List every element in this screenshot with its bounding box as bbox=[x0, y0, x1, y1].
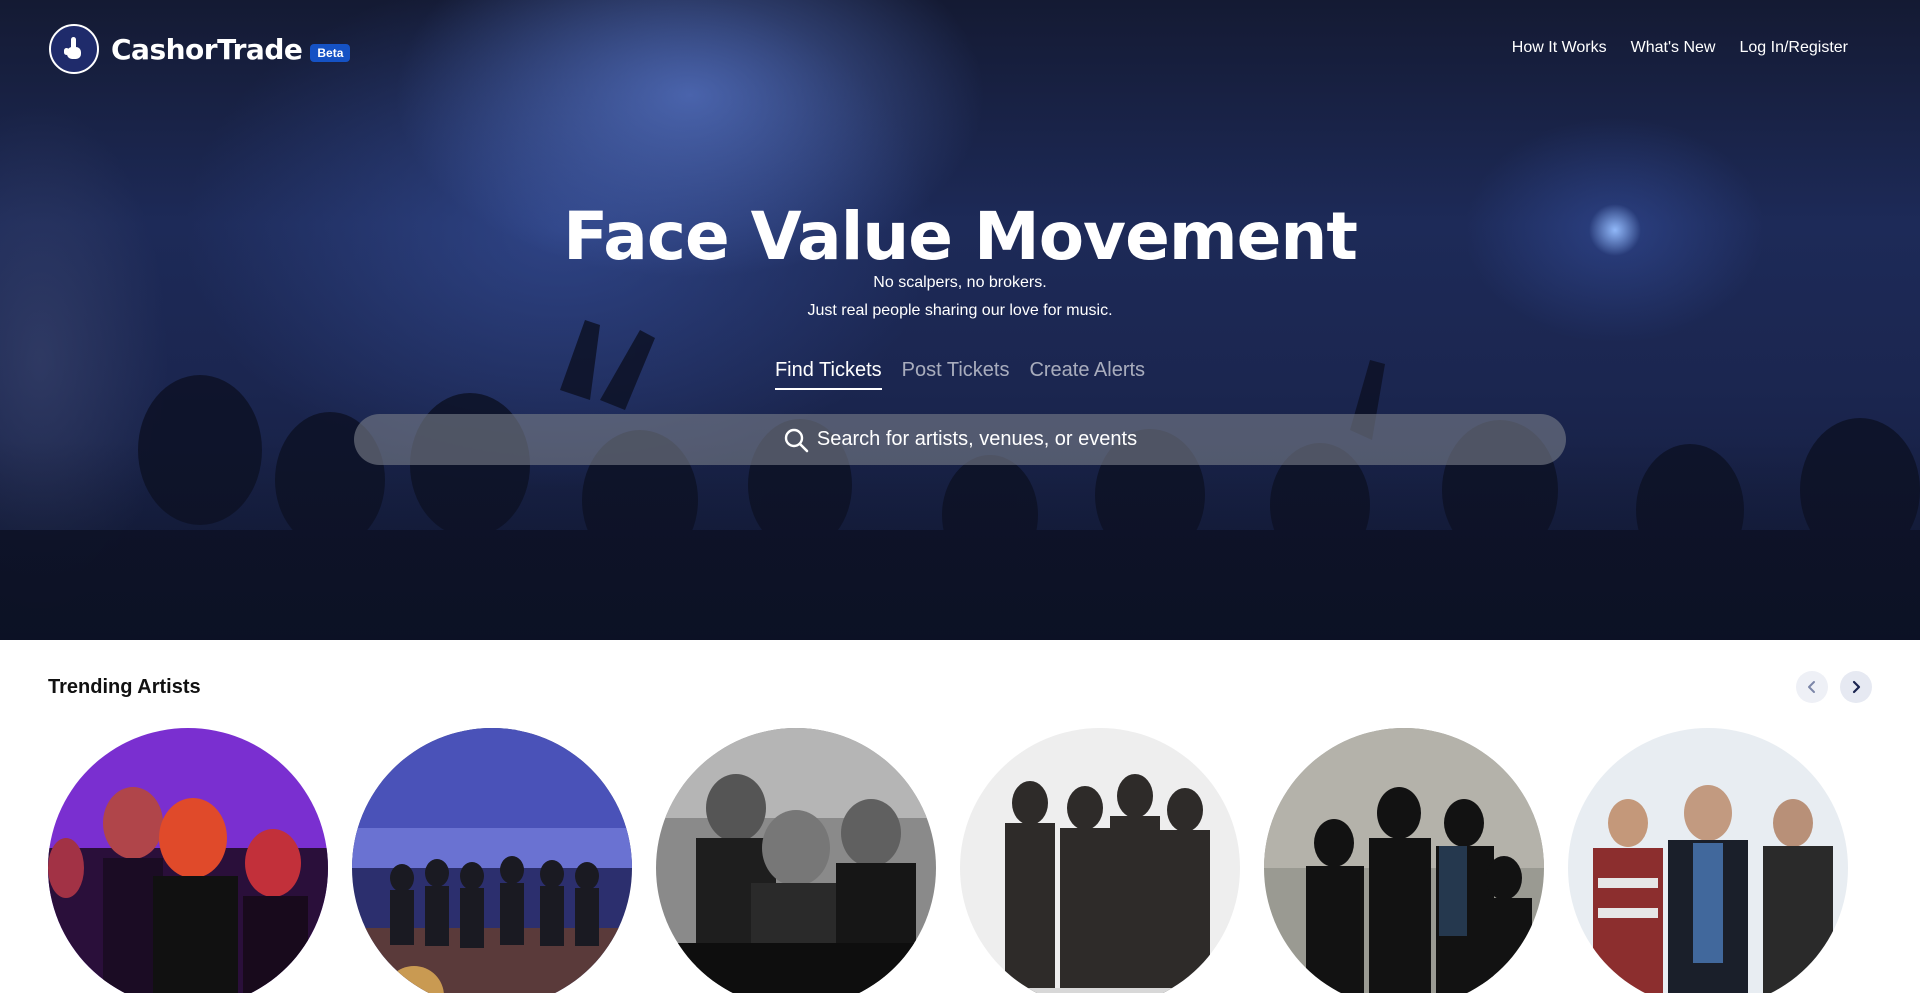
tab-post-tickets[interactable]: Post Tickets bbox=[902, 359, 1010, 390]
hero-tagline-2: Just real people sharing our love for mu… bbox=[807, 302, 1113, 319]
hero-tagline-1: No scalpers, no brokers. bbox=[873, 274, 1047, 291]
hand-peace-icon bbox=[49, 24, 99, 74]
search-icon bbox=[784, 428, 809, 452]
hero-title: Face Value Movement bbox=[563, 198, 1358, 275]
site-header: CashorTrade Beta How It Works What's New… bbox=[0, 0, 1920, 100]
artist-card[interactable] bbox=[1264, 728, 1544, 993]
artist-card[interactable] bbox=[352, 728, 632, 993]
trending-artists-section: Trending Artists bbox=[0, 640, 1920, 993]
chevron-right-icon bbox=[1852, 680, 1861, 694]
artist-card[interactable] bbox=[960, 728, 1240, 993]
tab-find-tickets[interactable]: Find Tickets bbox=[774, 359, 882, 390]
nav-how-it-works[interactable]: How It Works bbox=[1512, 39, 1607, 57]
carousel-next-button[interactable] bbox=[1840, 671, 1872, 703]
artist-card[interactable] bbox=[656, 728, 936, 993]
nav-login-register[interactable]: Log In/Register bbox=[1739, 39, 1848, 57]
artist-photo bbox=[352, 728, 632, 993]
artist-photo bbox=[48, 728, 328, 993]
artist-photo bbox=[656, 728, 936, 993]
tab-create-alerts[interactable]: Create Alerts bbox=[1029, 359, 1145, 390]
beta-badge: Beta bbox=[310, 44, 351, 62]
chevron-left-icon bbox=[1808, 681, 1815, 693]
artist-card[interactable] bbox=[48, 728, 328, 993]
hero-tabs: Find Tickets Post Tickets Create Alerts bbox=[0, 359, 1920, 390]
hero-shade bbox=[0, 440, 1920, 640]
artist-photo bbox=[1568, 728, 1848, 993]
nav-whats-new[interactable]: What's New bbox=[1631, 39, 1716, 57]
section-title: Trending Artists bbox=[48, 676, 201, 698]
carousel-prev-button[interactable] bbox=[1796, 671, 1828, 703]
search-bar[interactable]: Search for artists, venues, or events bbox=[354, 414, 1566, 465]
top-nav: How It Works What's New Log In/Register bbox=[1512, 39, 1848, 57]
brand-name: CashorTrade bbox=[111, 32, 303, 66]
search-input[interactable]: Search for artists, venues, or events bbox=[817, 428, 1137, 451]
brand-logo[interactable]: CashorTrade Beta bbox=[49, 24, 351, 74]
artist-card[interactable] bbox=[1568, 728, 1848, 993]
artist-photo bbox=[960, 728, 1240, 993]
artist-photo bbox=[1264, 728, 1544, 993]
